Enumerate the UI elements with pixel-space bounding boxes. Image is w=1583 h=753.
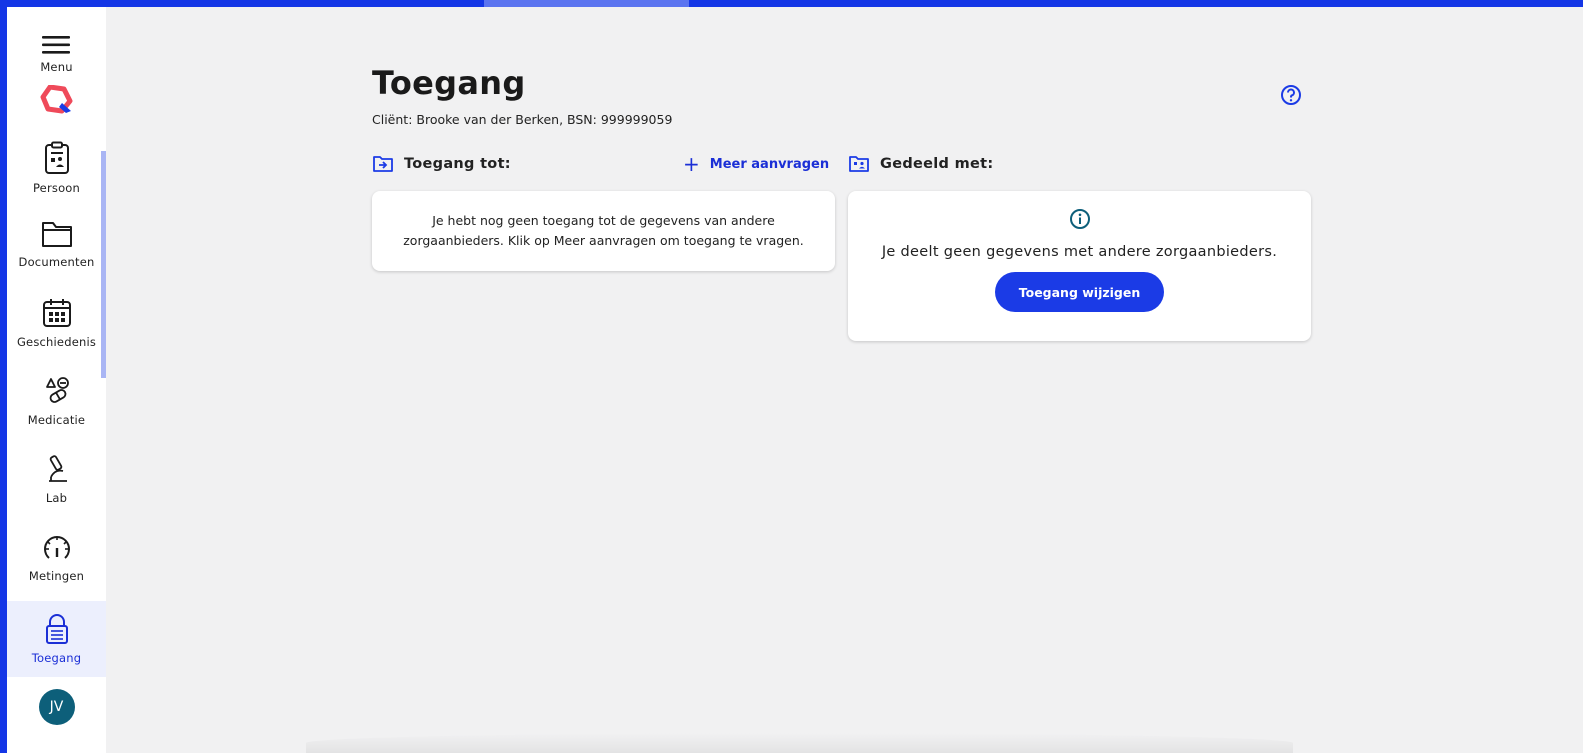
- change-access-button[interactable]: Toegang wijzigen: [994, 272, 1165, 312]
- calendar-icon: [42, 299, 71, 327]
- access-to-heading: Toegang tot:: [372, 155, 511, 173]
- page-title: Toegang: [372, 64, 526, 102]
- access-empty-text: Je hebt nog geen toegang tot de gegevens…: [403, 213, 804, 248]
- sidebar-item-persoon[interactable]: Persoon: [7, 133, 106, 211]
- sidebar-item-metingen[interactable]: Metingen: [7, 523, 106, 601]
- sidebar-item-label: Documenten: [18, 255, 95, 269]
- main-content: Toegang Cliënt: Brooke van der Berken, B…: [106, 7, 1583, 753]
- request-more-label: Meer aanvragen: [709, 156, 830, 172]
- shared-with-card: Je deelt geen gegevens met andere zorgaa…: [848, 191, 1311, 341]
- sidebar-item-label: Persoon: [32, 181, 81, 195]
- microscope-icon: [48, 455, 67, 482]
- sidebar-item-geschiedenis[interactable]: Geschiedenis: [7, 289, 106, 367]
- shared-with-heading: Gedeeld met:: [848, 155, 993, 173]
- hamburger-icon: [41, 36, 70, 54]
- app-frame: Menu Persoon Documenten Geschiedenis Med…: [7, 7, 1583, 753]
- logo-icon: [40, 85, 72, 114]
- gauge-icon: [43, 536, 70, 559]
- sidebar-item-lab[interactable]: Lab: [7, 445, 106, 523]
- folder-enter-icon: [373, 156, 393, 172]
- sidebar-item-medicatie[interactable]: Medicatie: [7, 367, 106, 445]
- plus-icon: +: [683, 152, 700, 176]
- medication-icon: [45, 377, 69, 403]
- person-card-icon: [44, 141, 69, 174]
- avatar[interactable]: JV: [38, 689, 75, 725]
- sidebar-item-label: Medicatie: [27, 413, 86, 427]
- sidebar-item-toegang[interactable]: Toegang: [7, 601, 106, 677]
- folder-person-icon: [849, 156, 869, 172]
- info-icon: [1069, 209, 1090, 229]
- access-to-heading-text: Toegang tot:: [404, 156, 511, 172]
- sidebar: Menu Persoon Documenten Geschiedenis Med…: [7, 7, 106, 753]
- folder-icon: [41, 222, 72, 247]
- sidebar-item-documenten[interactable]: Documenten: [7, 211, 106, 289]
- top-accent-bar: [484, 0, 689, 7]
- shared-with-heading-text: Gedeeld met:: [880, 156, 994, 172]
- lock-icon: [45, 614, 68, 644]
- help-icon[interactable]: [1280, 84, 1302, 110]
- request-more-link[interactable]: + Meer aanvragen: [683, 152, 830, 176]
- sidebar-item-label: Lab: [45, 491, 68, 505]
- sidebar-item-label: Toegang: [31, 651, 82, 665]
- bottom-shadow: [306, 733, 1293, 753]
- client-info: Cliënt: Brooke van der Berken, BSN: 9999…: [372, 112, 673, 127]
- access-to-card: Je hebt nog geen toegang tot de gegevens…: [372, 191, 835, 271]
- sidebar-item-label: Metingen: [28, 569, 85, 583]
- shared-empty-message: Je deelt geen gegevens met andere zorgaa…: [881, 244, 1278, 260]
- menu-label: Menu: [40, 60, 73, 74]
- sidebar-item-label: Geschiedenis: [16, 335, 97, 349]
- menu-button[interactable]: Menu: [7, 7, 106, 85]
- app-logo[interactable]: [40, 85, 74, 133]
